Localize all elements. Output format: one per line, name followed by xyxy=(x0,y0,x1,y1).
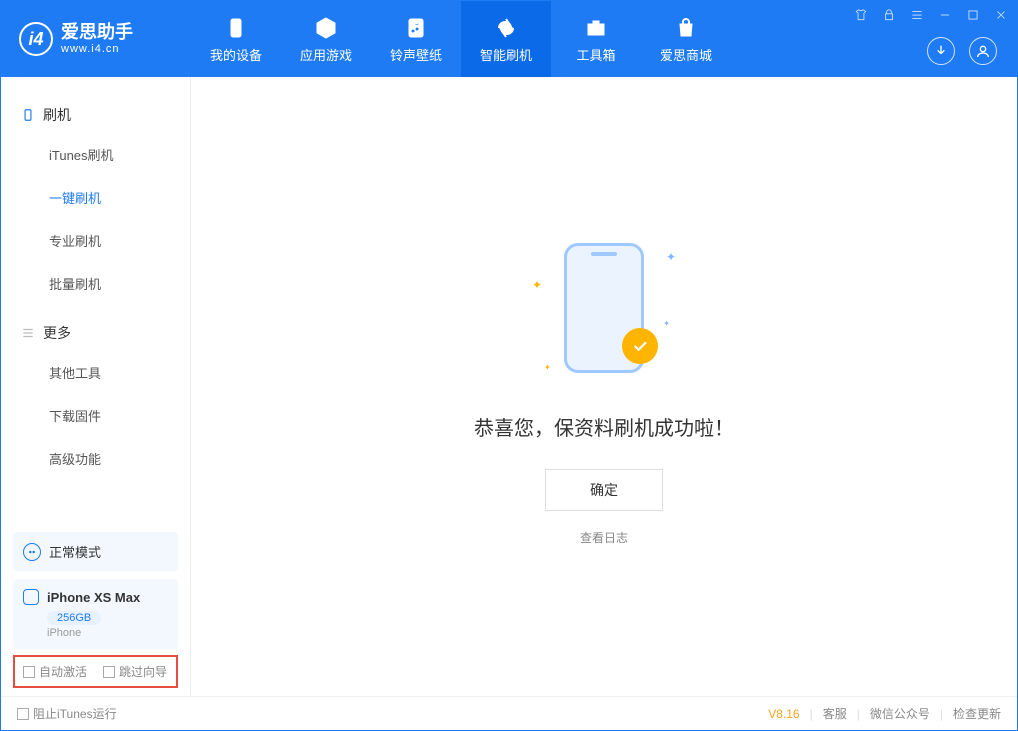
logo: i4 爱思助手 www.i4.cn xyxy=(1,1,191,77)
sidebar-item-pro-flash[interactable]: 专业刷机 xyxy=(49,219,190,262)
device-icon xyxy=(21,108,35,122)
checkbox-skip-guide[interactable]: 跳过向导 xyxy=(103,663,167,680)
bag-icon xyxy=(673,15,699,41)
list-icon xyxy=(21,326,35,340)
maximize-button[interactable] xyxy=(965,7,981,23)
menu-icon[interactable] xyxy=(909,7,925,23)
sidebar-item-advanced[interactable]: 高级功能 xyxy=(49,437,190,480)
device-icon xyxy=(23,589,39,605)
main-content: ✦ ✦ ✦ ✦ 恭喜您，保资料刷机成功啦！ 确定 查看日志 xyxy=(191,77,1017,696)
tab-label: 智能刷机 xyxy=(480,45,532,64)
sidebar-section-flash: 刷机 xyxy=(1,97,190,133)
app-title: 爱思助手 xyxy=(61,23,133,43)
success-illustration: ✦ ✦ ✦ ✦ xyxy=(524,228,684,388)
tab-my-device[interactable]: 我的设备 xyxy=(191,1,281,77)
checkbox-block-itunes[interactable]: 阻止iTunes运行 xyxy=(17,705,117,722)
tshirt-icon[interactable] xyxy=(853,7,869,23)
sidebar-item-batch-flash[interactable]: 批量刷机 xyxy=(49,262,190,305)
sidebar: 刷机 iTunes刷机 一键刷机 专业刷机 批量刷机 更多 其他工具 下载固件 … xyxy=(1,77,191,696)
download-button[interactable] xyxy=(927,37,955,65)
device-name: iPhone XS Max xyxy=(47,590,140,605)
tab-apps-games[interactable]: 应用游戏 xyxy=(281,1,371,77)
tab-smart-flash[interactable]: 智能刷机 xyxy=(461,1,551,77)
tab-label: 我的设备 xyxy=(210,45,262,64)
footer-link-update[interactable]: 检查更新 xyxy=(953,705,1001,722)
sparkle-icon: ✦ xyxy=(663,319,670,328)
tab-label: 工具箱 xyxy=(576,45,615,64)
phone-icon xyxy=(223,15,249,41)
sidebar-item-other-tools[interactable]: 其他工具 xyxy=(49,351,190,394)
storage-badge: 256GB xyxy=(47,611,101,625)
tab-ringtones[interactable]: 铃声壁纸 xyxy=(371,1,461,77)
section-label: 更多 xyxy=(43,323,71,343)
mode-label: 正常模式 xyxy=(49,542,101,561)
sparkle-icon: ✦ xyxy=(666,250,676,264)
body: 刷机 iTunes刷机 一键刷机 专业刷机 批量刷机 更多 其他工具 下载固件 … xyxy=(1,77,1017,696)
device-area: 正常模式 iPhone XS Max 256GB iPhone 自动激活 跳过向… xyxy=(1,532,190,696)
sidebar-section-more: 更多 xyxy=(1,315,190,351)
version-label: V8.16 xyxy=(768,707,799,721)
device-type: iPhone xyxy=(47,627,168,639)
mode-icon xyxy=(23,543,41,561)
tab-label: 爱思商城 xyxy=(660,45,712,64)
lock-icon[interactable] xyxy=(881,7,897,23)
toolbox-icon xyxy=(583,15,609,41)
footer-link-support[interactable]: 客服 xyxy=(823,705,847,722)
sidebar-item-itunes-flash[interactable]: iTunes刷机 xyxy=(49,133,190,176)
success-message: 恭喜您，保资料刷机成功啦！ xyxy=(474,412,734,441)
footer-link-wechat[interactable]: 微信公众号 xyxy=(870,705,930,722)
nav-tabs: 我的设备 应用游戏 铃声壁纸 智能刷机 工具箱 爱思商城 xyxy=(191,1,927,77)
footer: 阻止iTunes运行 V8.16 | 客服 | 微信公众号 | 检查更新 xyxy=(1,696,1017,730)
device-box[interactable]: iPhone XS Max 256GB iPhone xyxy=(13,579,178,649)
tab-toolbox[interactable]: 工具箱 xyxy=(551,1,641,77)
titlebar-controls xyxy=(853,7,1009,23)
tab-store[interactable]: 爱思商城 xyxy=(641,1,731,77)
ok-button[interactable]: 确定 xyxy=(545,469,663,511)
tab-label: 铃声壁纸 xyxy=(390,45,442,64)
section-label: 刷机 xyxy=(43,105,71,125)
minimize-button[interactable] xyxy=(937,7,953,23)
sidebar-item-download-firmware[interactable]: 下载固件 xyxy=(49,394,190,437)
app-subtitle: www.i4.cn xyxy=(61,43,133,55)
checkmark-badge-icon xyxy=(622,328,658,364)
tab-label: 应用游戏 xyxy=(300,45,352,64)
checkbox-auto-activate[interactable]: 自动激活 xyxy=(23,663,87,680)
app-window: i4 爱思助手 www.i4.cn 我的设备 应用游戏 铃声壁纸 智能刷机 xyxy=(0,0,1018,731)
mode-box[interactable]: 正常模式 xyxy=(13,532,178,571)
highlighted-checkbox-row: 自动激活 跳过向导 xyxy=(13,655,178,688)
view-log-link[interactable]: 查看日志 xyxy=(580,529,628,546)
sidebar-item-oneclick-flash[interactable]: 一键刷机 xyxy=(49,176,190,219)
user-button[interactable] xyxy=(969,37,997,65)
cube-icon xyxy=(313,15,339,41)
logo-icon: i4 xyxy=(19,22,53,56)
sparkle-icon: ✦ xyxy=(532,278,542,292)
sparkle-icon: ✦ xyxy=(544,363,551,372)
refresh-icon xyxy=(493,15,519,41)
music-icon xyxy=(403,15,429,41)
close-button[interactable] xyxy=(993,7,1009,23)
